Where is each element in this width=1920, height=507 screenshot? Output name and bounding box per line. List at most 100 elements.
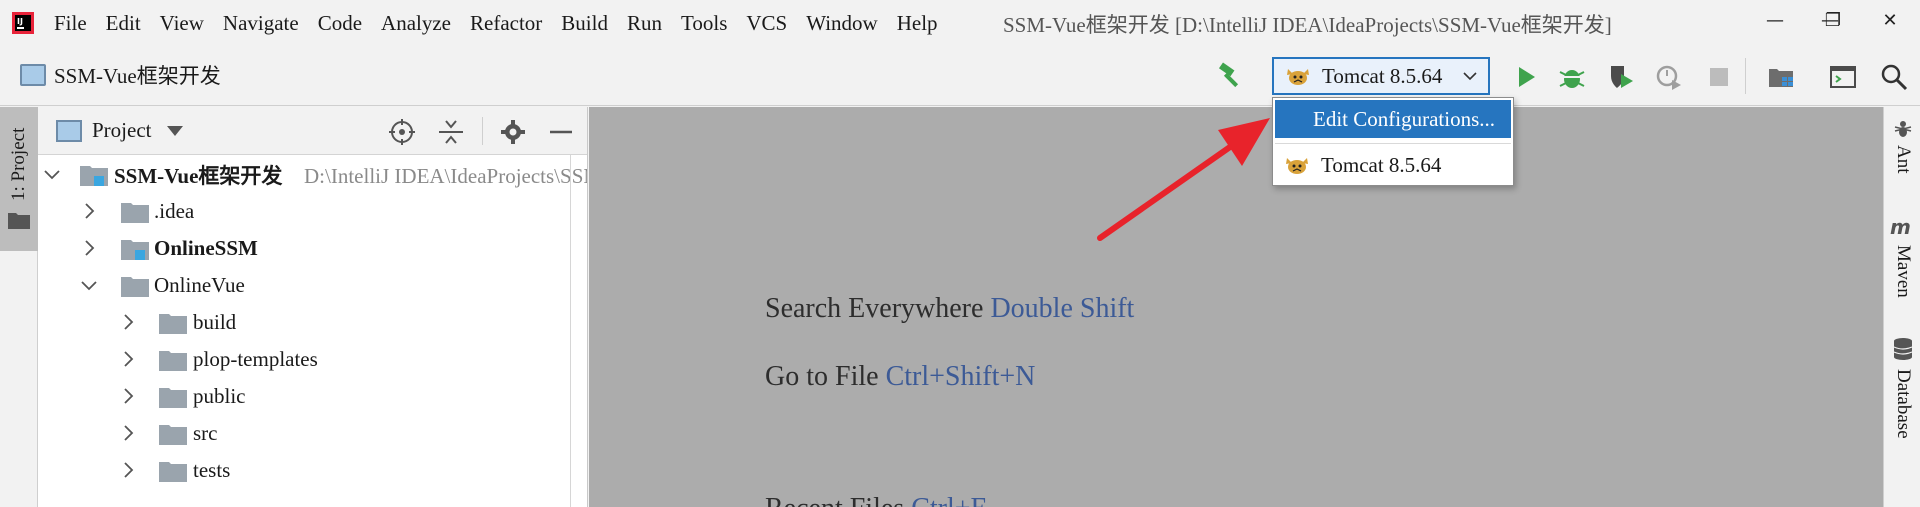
window-title: SSM-Vue框架开发 [D:\IntelliJ IDEA\IdeaProjec… <box>1003 13 1612 37</box>
menu-tools[interactable]: Tools <box>681 11 727 36</box>
menu-build[interactable]: Build <box>561 11 608 36</box>
tree-item-project-root[interactable]: SSM-Vue框架开发 D:\IntelliJ IDEA\IdeaProject… <box>38 156 587 193</box>
run-configuration-label: Tomcat 8.5.64 <box>1322 63 1443 88</box>
chevron-right-icon[interactable] <box>80 239 98 257</box>
tree-item-label: public <box>193 384 246 408</box>
maven-tab-label: Maven <box>1893 245 1914 298</box>
tree-item-label: SSM-Vue框架开发 <box>114 163 283 188</box>
menu-vcs[interactable]: VCS <box>746 11 787 36</box>
chevron-right-icon[interactable] <box>119 424 137 442</box>
right-tool-strip: Ant m Maven Database <box>1883 107 1920 507</box>
minimize-button-2[interactable]: — <box>1745 0 1805 40</box>
tree-item-idea[interactable]: .idea <box>38 193 587 230</box>
stop-icon[interactable] <box>1704 62 1734 92</box>
database-tool-tab[interactable]: Database <box>1884 337 1920 507</box>
folder-icon <box>159 425 187 445</box>
breadcrumb[interactable]: SSM-Vue框架开发 <box>20 60 221 90</box>
tree-item-label: OnlineSSM <box>154 236 258 260</box>
restore-button[interactable]: ❐ <box>1803 0 1863 40</box>
chevron-right-icon[interactable] <box>80 202 98 220</box>
debug-icon[interactable] <box>1557 62 1587 92</box>
popup-item-label: Tomcat 8.5.64 <box>1321 152 1442 177</box>
tree-scrollbar-track[interactable] <box>570 155 571 507</box>
menu-run[interactable]: Run <box>627 11 662 36</box>
tree-item-label: plop-templates <box>193 347 318 371</box>
chevron-down-icon[interactable] <box>43 165 61 183</box>
project-tool-tab-label: 1: Project <box>8 127 29 201</box>
restore-icon: ❐ <box>1824 9 1842 31</box>
breadcrumb-project[interactable]: SSM-Vue框架开发 <box>54 60 221 90</box>
folder-icon <box>121 203 149 223</box>
tree-item-label: build <box>193 310 237 334</box>
chevron-right-icon[interactable] <box>119 350 137 368</box>
profile-icon[interactable] <box>1654 62 1684 92</box>
run-configuration-selector[interactable]: Tomcat 8.5.64 <box>1272 57 1490 95</box>
tree-item-onlinessm[interactable]: OnlineSSM <box>38 230 587 267</box>
close-icon: ✕ <box>1882 9 1898 31</box>
menu-window[interactable]: Window <box>806 11 877 36</box>
project-structure-icon[interactable] <box>1766 62 1796 92</box>
folder-icon <box>159 388 187 408</box>
tomcat-configuration-item[interactable]: Tomcat 8.5.64 <box>1275 146 1511 184</box>
ant-icon <box>1894 121 1912 137</box>
tree-item-label: tests <box>193 458 231 482</box>
chevron-down-icon[interactable] <box>80 276 98 294</box>
panel-header-divider <box>482 117 483 145</box>
hint-text: Search Everywhere <box>765 293 984 324</box>
run-with-coverage-icon[interactable] <box>1606 62 1636 92</box>
maven-icon: m <box>1890 215 1911 239</box>
edit-configurations-item[interactable]: Edit Configurations... <box>1275 100 1511 138</box>
project-folder-icon <box>20 64 46 86</box>
tree-item-build[interactable]: build <box>38 304 587 341</box>
tree-item-onlinevue[interactable]: OnlineVue <box>38 267 587 304</box>
tree-item-public[interactable]: public <box>38 378 587 415</box>
menu-code[interactable]: Code <box>318 11 362 36</box>
menu-navigate[interactable]: Navigate <box>223 11 299 36</box>
menu-analyze[interactable]: Analyze <box>381 11 451 36</box>
tree-item-label: .idea <box>154 199 195 223</box>
hint-shortcut: Ctrl+E <box>911 493 987 507</box>
project-tool-tab[interactable]: 1: Project <box>0 107 38 251</box>
run-icon[interactable] <box>1511 62 1541 92</box>
folder-icon <box>8 213 30 229</box>
tree-item-src[interactable]: src <box>38 415 587 452</box>
database-tab-label: Database <box>1893 369 1914 439</box>
tree-item-plop-templates[interactable]: plop-templates <box>38 341 587 378</box>
gear-icon[interactable] <box>499 118 527 146</box>
chevron-right-icon[interactable] <box>119 313 137 331</box>
collapse-all-icon[interactable] <box>437 118 465 146</box>
menu-help[interactable]: Help <box>897 11 938 36</box>
tree-item-path: D:\IntelliJ IDEA\IdeaProjects\SSM-Vue框架开… <box>304 163 587 188</box>
menu-file[interactable]: File <box>54 11 87 36</box>
project-view-selector[interactable]: Project <box>56 118 184 143</box>
maven-tool-tab[interactable]: m Maven <box>1884 215 1920 315</box>
ant-tool-tab[interactable]: Ant <box>1884 117 1920 187</box>
folder-icon <box>159 462 187 482</box>
terminal-window-icon[interactable] <box>1828 62 1858 92</box>
tree-item-tests[interactable]: tests <box>38 452 587 489</box>
menu-refactor[interactable]: Refactor <box>470 11 542 36</box>
locate-file-icon[interactable] <box>388 118 416 146</box>
folder-icon <box>121 277 149 297</box>
menu-bar: File Edit View Navigate Code Analyze Ref… <box>54 0 957 46</box>
popup-item-label: Edit Configurations... <box>1313 106 1495 131</box>
chevron-down-icon <box>1463 72 1477 81</box>
chevron-right-icon[interactable] <box>119 387 137 405</box>
hint-go-to-file: Go to File Ctrl+Shift+N <box>765 361 1035 393</box>
menu-edit[interactable]: Edit <box>106 11 141 36</box>
close-button[interactable]: ✕ <box>1860 0 1920 40</box>
project-tool-window: Project SSM-Vue框架开发 D:\IntelliJ IDEA\Ide… <box>38 107 588 507</box>
dropdown-triangle-icon <box>167 125 184 136</box>
hide-panel-icon[interactable] <box>547 118 575 146</box>
hint-search-everywhere: Search Everywhere Double Shift <box>765 293 1134 325</box>
hint-text: Recent Files <box>765 493 904 507</box>
tree-item-label: src <box>193 421 218 445</box>
menu-view[interactable]: View <box>160 11 204 36</box>
run-configuration-popup: Edit Configurations... Tomcat 8.5.64 <box>1272 97 1514 186</box>
svg-text:IJ: IJ <box>17 17 23 26</box>
search-icon[interactable] <box>1879 62 1909 92</box>
hint-text: Go to File <box>765 361 879 392</box>
toolbar-divider <box>1745 58 1746 94</box>
build-hammer-icon[interactable] <box>1216 60 1246 90</box>
chevron-right-icon[interactable] <box>119 461 137 479</box>
